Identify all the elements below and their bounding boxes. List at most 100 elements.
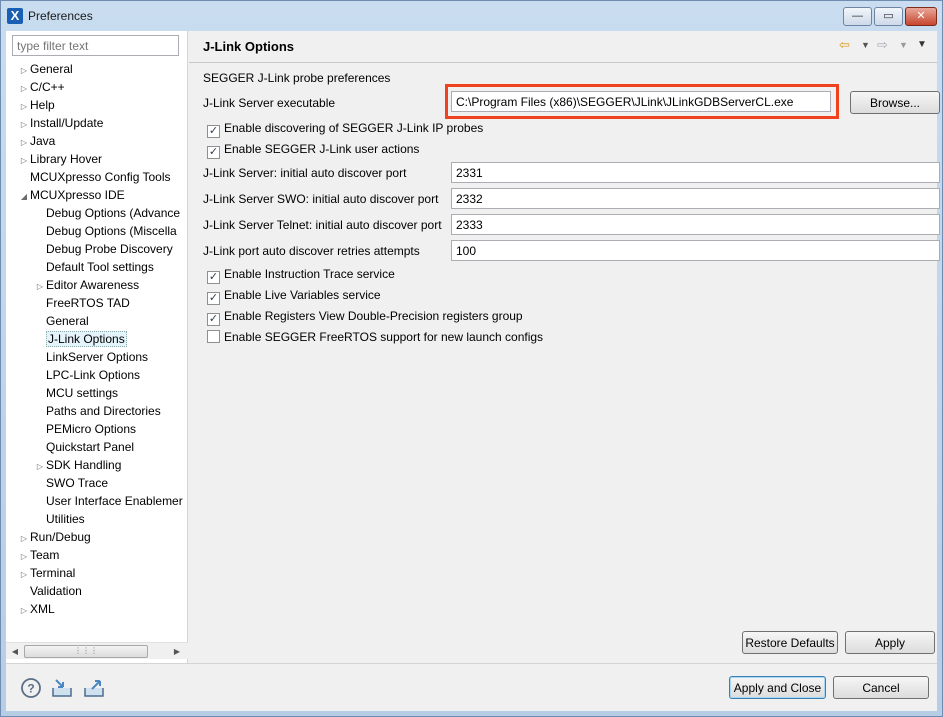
tree-item[interactable]: SWO Trace (34, 474, 108, 492)
checkbox-label: Enable Registers View Double-Precision r… (224, 309, 523, 323)
tree-item-label: Utilities (46, 512, 85, 526)
tree-item-label: Debug Probe Discovery (46, 242, 173, 256)
tree-item-label: User Interface Enablemer (46, 494, 183, 508)
tree-horizontal-scrollbar[interactable]: ◀ ⋮⋮⋮ ▶ (6, 642, 188, 659)
tree-item-label: General (46, 314, 89, 328)
apply-button[interactable]: Apply (845, 631, 935, 654)
tree-item[interactable]: ▷ XML (18, 600, 55, 618)
collapse-icon[interactable]: ◢ (18, 188, 30, 206)
unchecked-checkbox-icon[interactable] (207, 330, 220, 343)
tree-item-label: SDK Handling (46, 458, 122, 472)
tree-item[interactable]: User Interface Enablemer (34, 492, 183, 510)
export-icon[interactable] (82, 677, 104, 699)
tree-item-label: Library Hover (30, 152, 103, 166)
tree-item-label: MCUXpresso IDE (30, 188, 125, 202)
scroll-left-icon[interactable]: ◀ (8, 645, 22, 658)
tree-item[interactable]: ▷ Library Hover (18, 150, 102, 168)
help-icon[interactable]: ? (20, 677, 42, 699)
tree-item[interactable]: ▷ C/C++ (18, 78, 65, 96)
tree-item[interactable]: ▷ General (18, 60, 73, 78)
tree-item[interactable]: ▷ Run/Debug (18, 528, 91, 546)
tree-item-label: Debug Options (Advance (46, 206, 181, 220)
tree-item[interactable]: ▷ Install/Update (18, 114, 103, 132)
tree-item[interactable]: LinkServer Options (34, 348, 148, 366)
forward-menu-icon[interactable]: ▼ (899, 40, 908, 50)
tree-item[interactable]: ◢ MCUXpresso IDE (18, 186, 125, 204)
tree-item[interactable]: Debug Options (Advance (34, 204, 180, 222)
tree-item-label: Team (30, 548, 60, 562)
checked-checkbox-icon[interactable]: ✓ (207, 292, 220, 305)
tree-item[interactable]: MCU settings (34, 384, 118, 402)
minimize-button[interactable]: — (843, 7, 872, 26)
checked-checkbox-icon[interactable]: ✓ (207, 125, 220, 138)
tree-item-label: Validation (30, 584, 82, 598)
tree-item-label: Run/Debug (30, 530, 91, 544)
port-label: J-Link port auto discover retries attemp… (203, 244, 420, 258)
filter-input[interactable] (12, 35, 179, 56)
option-checkbox[interactable]: ✓ Enable Registers View Double-Precision … (207, 308, 523, 326)
tree-item-label: MCU settings (46, 386, 119, 400)
cancel-button[interactable]: Cancel (833, 676, 929, 699)
page-navigation: ⇦ ▼ ⇨ ▼ ▼ (839, 37, 934, 55)
browse-button[interactable]: Browse... (850, 91, 940, 114)
tree-item[interactable]: ▷ Team (18, 546, 59, 564)
title-separator (189, 62, 937, 63)
close-button[interactable]: ✕ (905, 7, 937, 26)
tree-item[interactable]: General (34, 312, 89, 330)
tree-item[interactable]: Utilities (34, 510, 85, 528)
tree-item-label: General (30, 62, 73, 76)
port-field[interactable] (451, 188, 940, 209)
tree-item[interactable]: Validation (18, 582, 82, 600)
port-field[interactable] (451, 240, 940, 261)
tree-item-label: MCUXpresso Config Tools (30, 170, 171, 184)
checked-checkbox-icon[interactable]: ✓ (207, 146, 220, 159)
tree-item[interactable]: Default Tool settings (34, 258, 154, 276)
back-menu-icon[interactable]: ▼ (861, 40, 870, 50)
option-checkbox[interactable]: ✓ Enable Live Variables service (207, 287, 381, 305)
tree-item-label: Default Tool settings (46, 260, 154, 274)
dialog-client: ▷General▷C/C++▷Help▷Install/Update▷Java▷… (6, 31, 940, 711)
checked-checkbox-icon[interactable]: ✓ (207, 271, 220, 284)
tree-item[interactable]: LPC-Link Options (34, 366, 140, 384)
scroll-right-icon[interactable]: ▶ (170, 645, 184, 658)
tree-item-label: C/C++ (30, 80, 65, 94)
import-icon[interactable] (50, 677, 72, 699)
page-title: J-Link Options (203, 39, 294, 54)
checkbox-label: Enable SEGGER J-Link user actions (224, 142, 420, 156)
tree-item[interactable]: ▷ Help (18, 96, 55, 114)
window-title: Preferences (28, 9, 93, 23)
option-checkbox[interactable]: Enable SEGGER FreeRTOS support for new l… (207, 329, 543, 345)
tree-item[interactable]: J-Link Options (34, 330, 127, 348)
view-menu-icon[interactable]: ▼ (917, 39, 927, 50)
option-checkbox[interactable]: ✓ Enable discovering of SEGGER J-Link IP … (207, 120, 483, 138)
restore-defaults-button[interactable]: Restore Defaults (742, 631, 838, 654)
tree-item[interactable]: FreeRTOS TAD (34, 294, 130, 312)
tree-item[interactable]: Debug Options (Miscella (34, 222, 177, 240)
port-label: J-Link Server Telnet: initial auto disco… (203, 218, 442, 232)
tree-item[interactable]: PEMicro Options (34, 420, 136, 438)
forward-arrow-icon[interactable]: ⇨ (877, 37, 888, 53)
port-field[interactable] (451, 214, 940, 235)
back-arrow-icon[interactable]: ⇦ (839, 37, 850, 53)
preferences-window: X Preferences — ▭ ✕ ▷General▷C/C++▷Help▷… (0, 0, 943, 717)
expand-icon[interactable]: ▷ (18, 602, 30, 620)
tree-item[interactable]: ▷ Java (18, 132, 55, 150)
tree-item[interactable]: ▷ Editor Awareness (34, 276, 139, 294)
tree-item[interactable]: Quickstart Panel (34, 438, 134, 456)
preference-page: J-Link Options ⇦ ▼ ⇨ ▼ ▼ SEGGER J-Link p… (189, 31, 940, 663)
tree-item[interactable]: ▷ Terminal (18, 564, 75, 582)
tree-item-label: Quickstart Panel (46, 440, 135, 454)
tree-item-label: LPC-Link Options (46, 368, 141, 382)
port-field[interactable] (451, 162, 940, 183)
scroll-thumb[interactable]: ⋮⋮⋮ (24, 645, 148, 658)
tree-item[interactable]: MCUXpresso Config Tools (18, 168, 171, 186)
checked-checkbox-icon[interactable]: ✓ (207, 313, 220, 326)
tree-item[interactable]: ▷ SDK Handling (34, 456, 121, 474)
tree-item[interactable]: Debug Probe Discovery (34, 240, 173, 258)
option-checkbox[interactable]: ✓ Enable SEGGER J-Link user actions (207, 141, 420, 159)
option-checkbox[interactable]: ✓ Enable Instruction Trace service (207, 266, 395, 284)
tree-item-label: FreeRTOS TAD (46, 296, 130, 310)
apply-and-close-button[interactable]: Apply and Close (729, 676, 826, 699)
tree-item[interactable]: Paths and Directories (34, 402, 161, 420)
maximize-button[interactable]: ▭ (874, 7, 903, 26)
